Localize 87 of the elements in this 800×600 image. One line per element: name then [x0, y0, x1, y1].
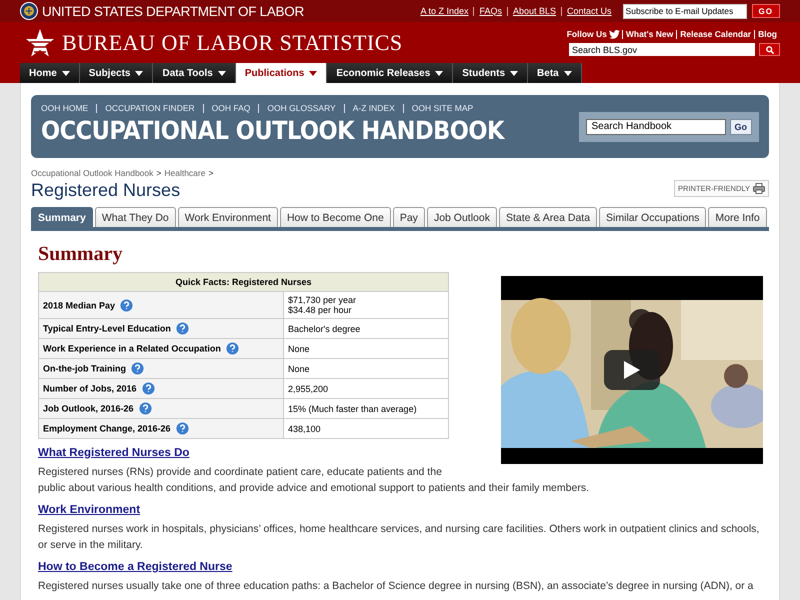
help-icon[interactable]	[176, 422, 189, 435]
page-title: Registered Nurses	[31, 180, 180, 201]
help-icon[interactable]	[226, 342, 239, 355]
section-tab[interactable]: State & Area Data	[498, 207, 598, 227]
nav-tab[interactable]: Beta	[528, 63, 582, 83]
table-caption: Quick Facts: Registered Nurses	[38, 272, 448, 292]
department-title: UNITED STATES DEPARTMENT OF LABOR	[42, 4, 304, 18]
breadcrumb-separator: >	[208, 168, 214, 178]
handbook-search-field[interactable]: Search Handbook	[586, 118, 726, 134]
bird-icon[interactable]	[608, 30, 620, 38]
help-icon[interactable]	[142, 382, 155, 395]
header-link[interactable]: Release Calendar	[676, 30, 754, 38]
fact-label: Work Experience in a Related Occupation	[43, 344, 221, 354]
follow-label: Follow Us	[566, 29, 607, 39]
subscribe-field[interactable]: Subscribe to E-mail Updates	[622, 4, 747, 18]
handbook-title: OCCUPATIONAL OUTLOOK HANDBOOK	[41, 116, 504, 145]
nav-tab[interactable]: Students	[453, 63, 528, 83]
section-link[interactable]: What Registered Nurses Do	[38, 447, 190, 459]
section-text: Registered nurses work in hospitals, physicians’ offices, home healthcare services, and nursing care facilities. Others work in outpatient clinics and schools, or serve in the military.	[38, 522, 760, 553]
nav-tab[interactable]: Home	[20, 63, 80, 83]
help-icon[interactable]	[131, 362, 144, 375]
section-link[interactable]: How to Become a Registered Nurse	[38, 561, 232, 573]
section-link[interactable]: Work Environment	[38, 504, 140, 516]
top-link[interactable]: Contact Us	[561, 6, 617, 16]
caret-icon	[218, 70, 226, 76]
section-text: Registered nurses usually take one of three education paths: a Bachelor of Science degree in nursing (BSN), an associate’s degree in nursing (ADN), or a	[38, 579, 754, 594]
top-link[interactable]: FAQs	[473, 6, 507, 16]
table-cell: 2,955,200	[284, 378, 448, 398]
section-tab[interactable]: Pay	[392, 207, 425, 227]
breadcrumb-link[interactable]: Occupational Outlook Handbook	[31, 168, 154, 178]
header-link[interactable]: Blog	[754, 30, 780, 38]
section-tab[interactable]: Similar Occupations	[599, 207, 706, 227]
seal-icon	[20, 2, 38, 20]
section-tab[interactable]: Job Outlook	[426, 207, 497, 227]
star-logo-icon	[26, 28, 54, 58]
table-cell: 438,100	[284, 418, 448, 438]
handbook-link[interactable]: OOH SITE MAP	[402, 104, 482, 113]
help-icon[interactable]	[120, 298, 134, 312]
caret-icon	[435, 70, 444, 76]
table-cell: $71,730 per year $34.48 per hour	[284, 292, 448, 318]
section-tab[interactable]: What They Do	[94, 207, 176, 227]
caret-icon	[62, 70, 70, 76]
header-link[interactable]: What's New	[622, 30, 676, 38]
play-icon	[624, 361, 640, 379]
table-cell: None	[284, 338, 448, 358]
go-button[interactable]: Go	[730, 118, 752, 134]
caret-icon	[135, 70, 144, 76]
play-button[interactable]	[604, 350, 660, 390]
search-field[interactable]: Search BLS.gov	[569, 43, 755, 56]
section-text: Registered nurses (RNs) provide and coordinate patient care, educate patients and the public about various health conditions, and provide advice and emotional support to patients and their family members.	[38, 465, 590, 496]
handbook-link[interactable]: OCCUPATION FINDER	[96, 104, 203, 113]
top-link[interactable]: About BLS	[506, 6, 562, 16]
handbook-link[interactable]: OOH FAQ	[202, 104, 258, 113]
printer-icon	[753, 183, 765, 194]
section-tab[interactable]: More Info	[708, 207, 767, 227]
search-icon	[766, 46, 774, 54]
caret-icon	[309, 70, 318, 76]
search-button[interactable]	[759, 43, 780, 56]
handbook-link[interactable]: OOH GLOSSARY	[258, 104, 344, 113]
bureau-title: BUREAU OF LABOR STATISTICS	[62, 30, 403, 56]
fact-label: Number of Jobs, 2016	[43, 384, 137, 394]
nav-tab[interactable]: Subjects	[80, 63, 154, 83]
fact-label: Typical Entry-Level Education	[43, 324, 171, 334]
top-link[interactable]: A to Z Index	[415, 6, 474, 16]
fact-label: Job Outlook, 2016-26	[43, 404, 134, 414]
breadcrumb-separator: >	[156, 168, 162, 178]
section-tab[interactable]: How to Become One	[280, 207, 391, 227]
summary-heading: Summary	[38, 243, 124, 266]
caret-icon	[510, 70, 518, 76]
fact-label: 2018 Median Pay	[43, 300, 116, 310]
section-tab[interactable]: Summary	[31, 207, 93, 227]
fact-label: Employment Change, 2016-26	[43, 424, 171, 434]
table-cell: None	[284, 358, 448, 378]
table-cell: Bachelor's degree	[284, 318, 448, 338]
fact-label: On-the-job Training	[43, 364, 126, 374]
nav-tab[interactable]: Publications	[236, 63, 328, 83]
section-tab[interactable]: Work Environment	[178, 207, 278, 227]
caret-icon	[564, 70, 572, 76]
help-icon[interactable]	[138, 402, 152, 415]
go-button[interactable]: GO	[752, 4, 780, 18]
nav-tab[interactable]: Data Tools	[153, 63, 236, 83]
breadcrumb-link[interactable]: Healthcare	[164, 168, 206, 178]
help-icon[interactable]	[176, 322, 189, 335]
nav-tab[interactable]: Economic Releases	[327, 63, 454, 83]
handbook-link[interactable]: OOH HOME	[41, 104, 96, 113]
handbook-link[interactable]: A-Z INDEX	[344, 104, 403, 113]
table-cell: 15% (Much faster than average)	[284, 398, 448, 418]
